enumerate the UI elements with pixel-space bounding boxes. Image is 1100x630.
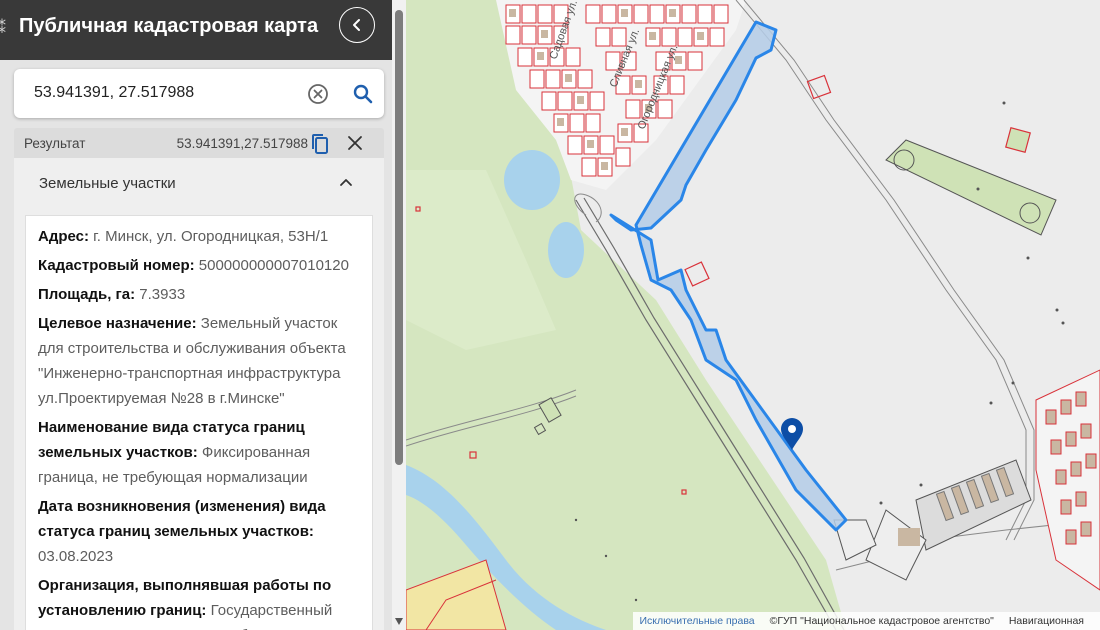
address-field: Адрес: г. Минск, ул. Огородницкая, 53Н/1 (38, 224, 360, 249)
sidebar-scrollbar[interactable] (392, 0, 406, 630)
field-value: г. Минск, ул. Огородницкая, 53Н/1 (93, 228, 329, 245)
app-title: Публичная кадастровая карта (19, 15, 319, 37)
result-bar: Результат 53.941391,27.517988 (14, 128, 384, 158)
rights-link[interactable]: Исключительные права (639, 615, 754, 627)
area-field: Площадь, га: 7.3933 (38, 282, 360, 307)
map-view[interactable]: Садовая ул. Огородницкая ул. Сливная ул. (406, 0, 1100, 630)
clear-search-button[interactable] (307, 83, 329, 105)
map-canvas[interactable]: Садовая ул. Огородницкая ул. Сливная ул. (406, 0, 1100, 630)
app-header: ⁑ Публичная кадастровая карта (0, 0, 392, 60)
navigation-text: Навигационная (1008, 615, 1084, 627)
details-area: Адрес: г. Минск, ул. Огородницкая, 53Н/1… (14, 208, 384, 630)
close-result-button[interactable] (346, 134, 364, 152)
lake (548, 222, 584, 278)
organization-field: Организация, выполнявшая работы по устан… (38, 573, 360, 630)
search-box (14, 69, 384, 118)
sidebar-body: Результат 53.941391,27.517988 Земельные … (0, 60, 392, 630)
drag-handle-icon[interactable]: ⁑ (0, 18, 6, 38)
status-date-field: Дата возникновения (изменения) вида стат… (38, 494, 360, 569)
map-attribution: Исключительные права ©ГУП "Национальное … (633, 612, 1100, 630)
result-coordinates: 53.941391,27.517988 (176, 136, 308, 151)
boundary-status-field: Наименование вида статуса границ земельн… (38, 415, 360, 490)
copy-icon (312, 134, 328, 154)
field-value: 03.08.2023 (38, 548, 114, 565)
search-input[interactable] (34, 82, 294, 104)
chevron-up-icon (340, 179, 352, 186)
close-icon (348, 136, 362, 150)
field-value: 7.3933 (139, 286, 186, 303)
result-label: Результат (24, 136, 86, 151)
lake (504, 150, 560, 210)
field-label: Адрес: (38, 228, 89, 245)
clear-circle-icon (308, 84, 328, 104)
section-title: Земельные участки (39, 175, 176, 192)
copy-coordinates-button[interactable] (310, 133, 330, 155)
field-label: Дата возникновения (изменения) вида стат… (38, 498, 326, 540)
collapse-sidebar-button[interactable] (339, 7, 375, 43)
scrollbar-thumb[interactable] (395, 10, 403, 465)
field-label: Целевое назначение: (38, 315, 197, 332)
search-button[interactable] (351, 82, 375, 106)
parcel-details-card: Адрес: г. Минск, ул. Огородницкая, 53Н/1… (25, 215, 373, 630)
purpose-field: Целевое назначение: Земельный участок дл… (38, 311, 360, 411)
field-label: Площадь, га: (38, 286, 136, 303)
copyright-text: ©ГУП "Национальное кадастровое агентство… (769, 615, 994, 627)
cadastral-number-field: Кадастровый номер: 500000000007010120 (38, 253, 360, 278)
chevron-left-icon (353, 19, 360, 31)
field-label: Кадастровый номер: (38, 257, 195, 274)
search-icon (353, 84, 373, 104)
land-plots-section-toggle[interactable]: Земельные участки (14, 158, 384, 208)
sidebar-panel: ⁑ Публичная кадастровая карта (0, 0, 392, 630)
field-value: 500000000007010120 (198, 257, 349, 274)
scroll-down-arrow-icon[interactable] (394, 617, 404, 626)
